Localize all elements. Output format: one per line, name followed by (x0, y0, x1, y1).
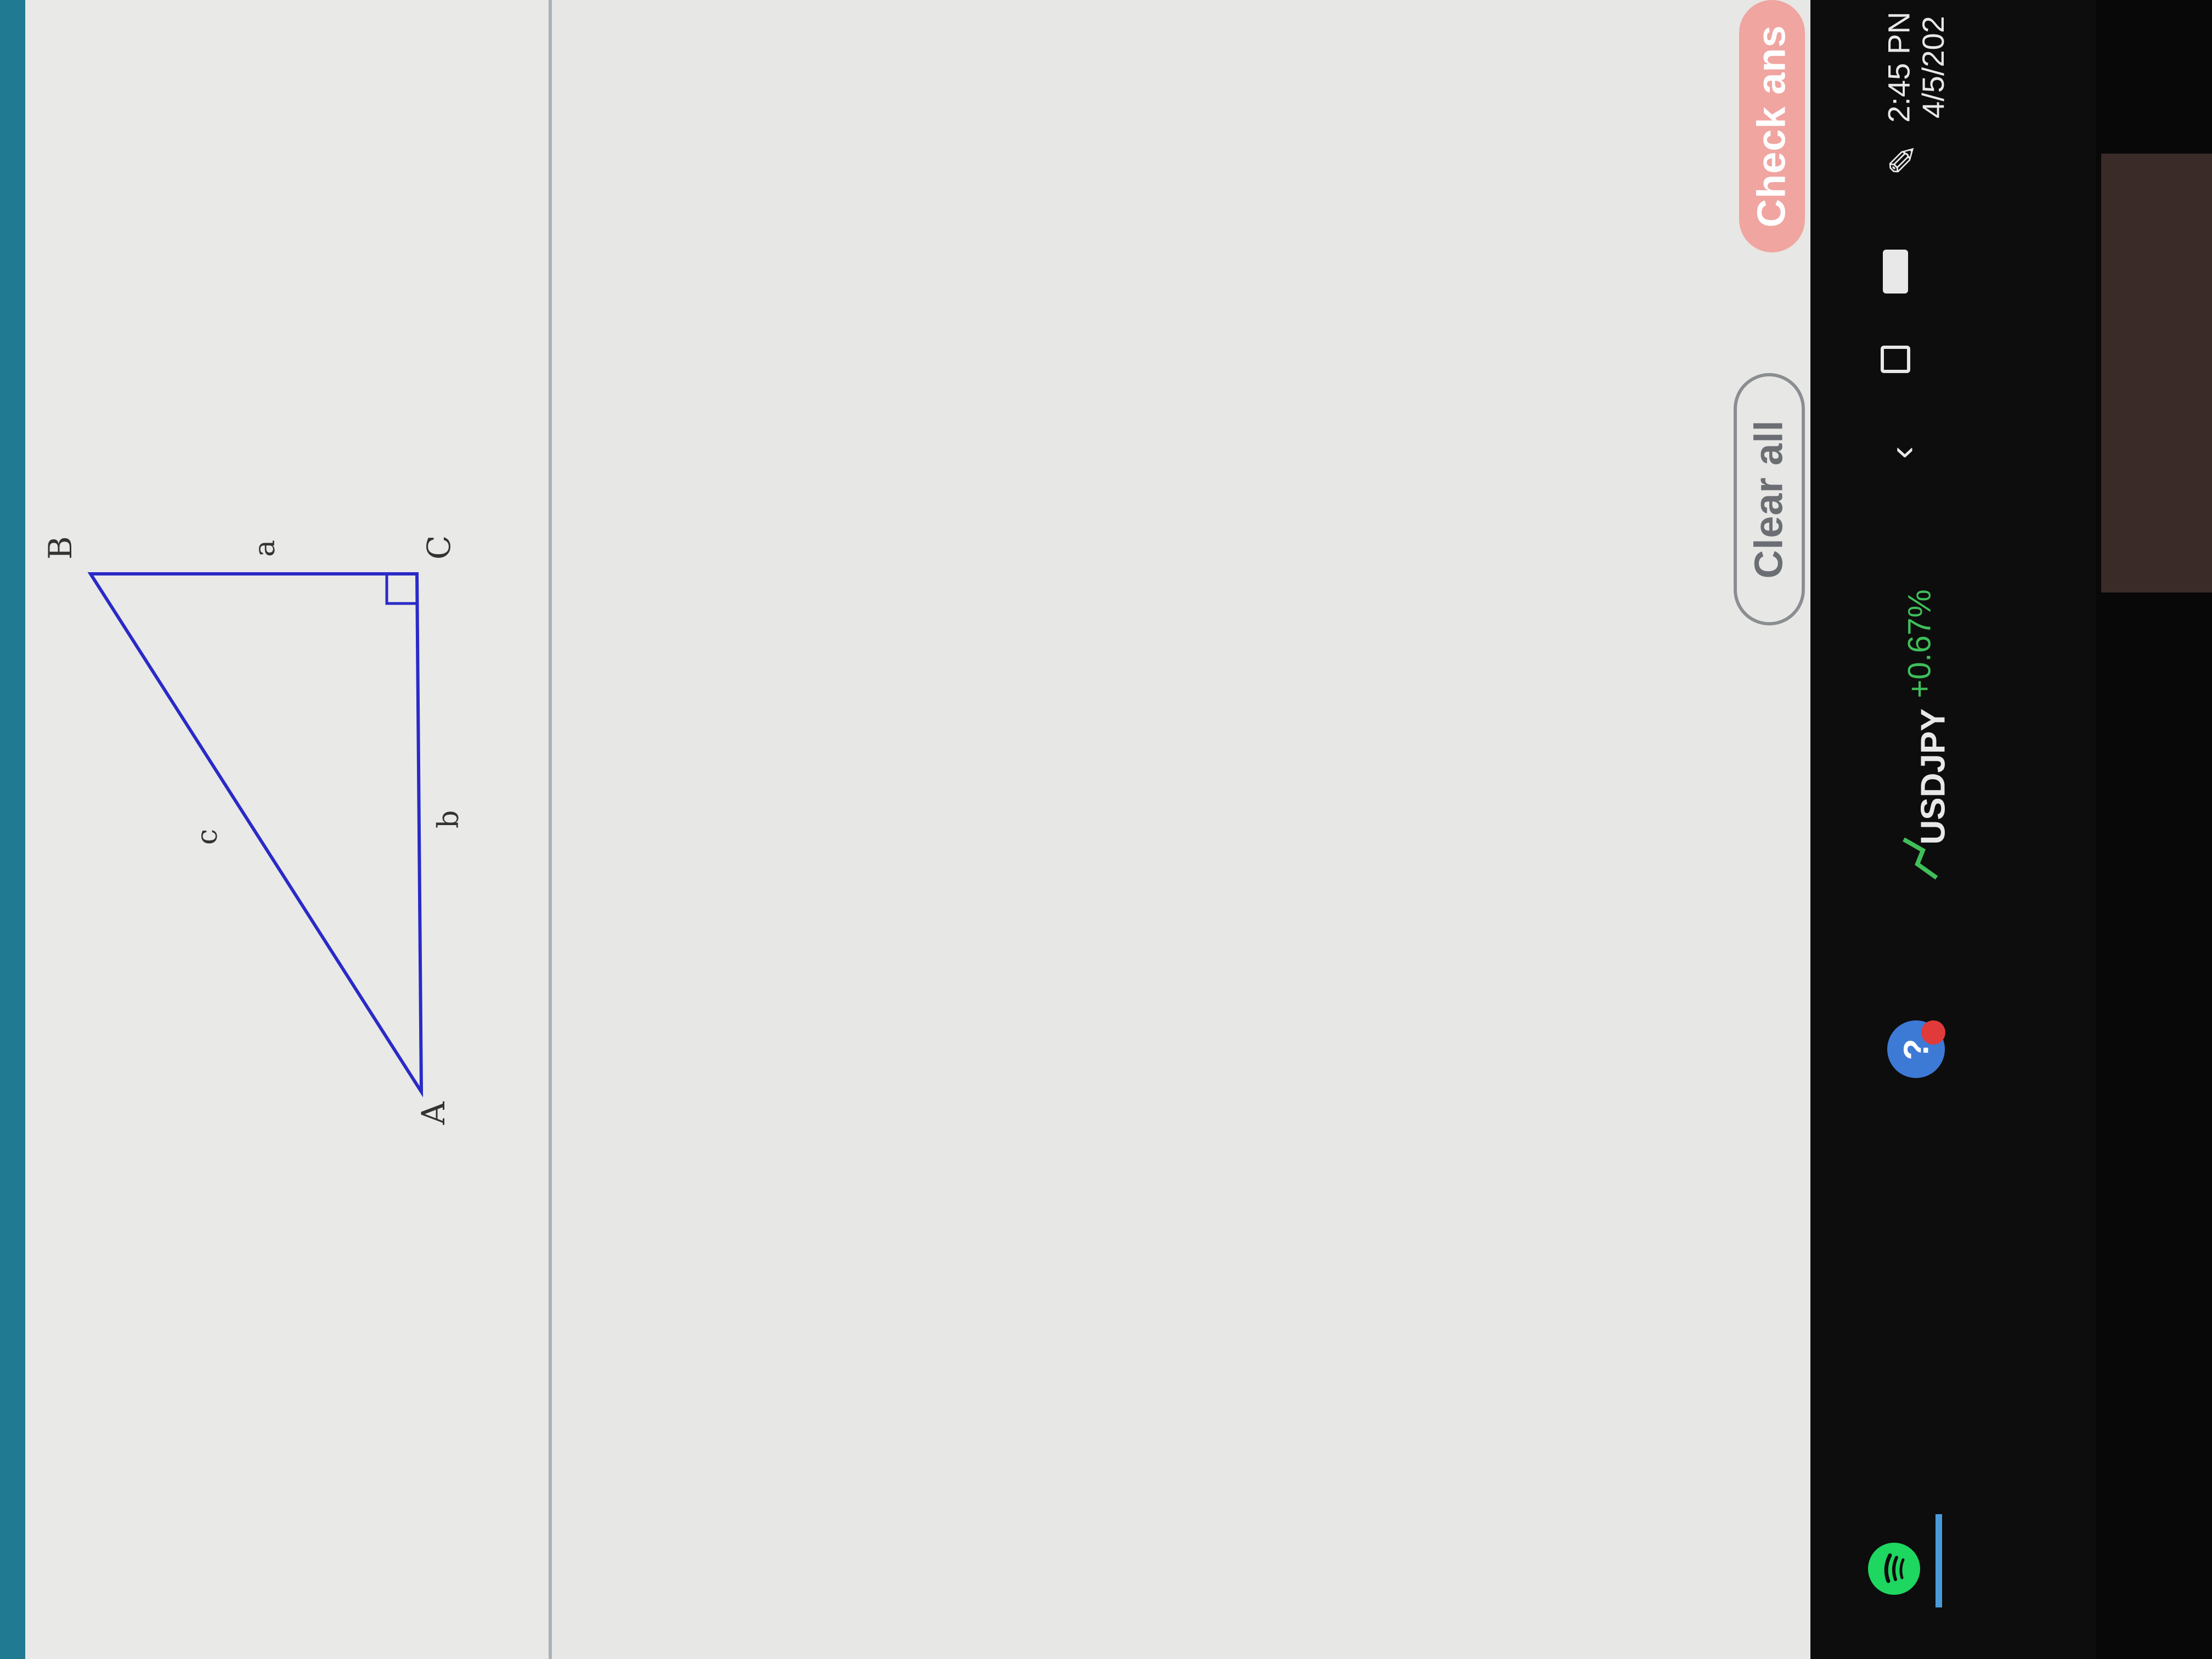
active-app-indicator (1936, 1514, 1942, 1607)
clock-date: 4/5/202 (1915, 16, 1950, 119)
clear-all-label: Clear all (1747, 420, 1792, 579)
taskbar (1810, 0, 2096, 1659)
stock-ticker-widget[interactable]: USDJPY +0.67% (1893, 576, 1953, 883)
bezel-reflection (2101, 154, 2212, 592)
side-label-a: a (249, 540, 281, 557)
help-app-icon[interactable]: ? (1887, 1020, 1945, 1078)
ticker-change: +0.67% (1901, 589, 1938, 698)
screen-photo: A B C a b c Check ans Clear all ? USDJPY… (0, 0, 2212, 1659)
vertex-label-c: C (420, 535, 458, 560)
vertex-label-b: B (42, 536, 79, 560)
side-label-c: c (191, 829, 224, 845)
right-triangle-diagram: A B C a b c (42, 535, 465, 1125)
clock-time: 2:45 PN (1881, 12, 1916, 123)
notification-badge (1921, 1020, 1945, 1045)
side-label-b: b (432, 810, 465, 828)
chevron-up-icon[interactable]: ‹ (1880, 446, 1924, 459)
spotify-icon[interactable] (1868, 1543, 1920, 1595)
clear-all-button[interactable]: Clear all (1734, 373, 1805, 625)
ticker-symbol: USDJPY (1914, 708, 1953, 845)
printer-icon[interactable] (1881, 346, 1910, 373)
vertex-label-a: A (415, 1101, 452, 1125)
right-angle-marker (385, 574, 417, 605)
battery-icon[interactable] (1883, 250, 1908, 294)
pen-icon[interactable]: ✎ (1881, 144, 1926, 176)
check-answer-button[interactable]: Check ans (1739, 0, 1805, 252)
check-answer-label: Check ans (1750, 25, 1794, 228)
clock[interactable]: 2:45 PN 4/5/202 (1854, 0, 1953, 132)
triangle-shape (87, 572, 424, 1098)
answer-area (552, 0, 1898, 1659)
